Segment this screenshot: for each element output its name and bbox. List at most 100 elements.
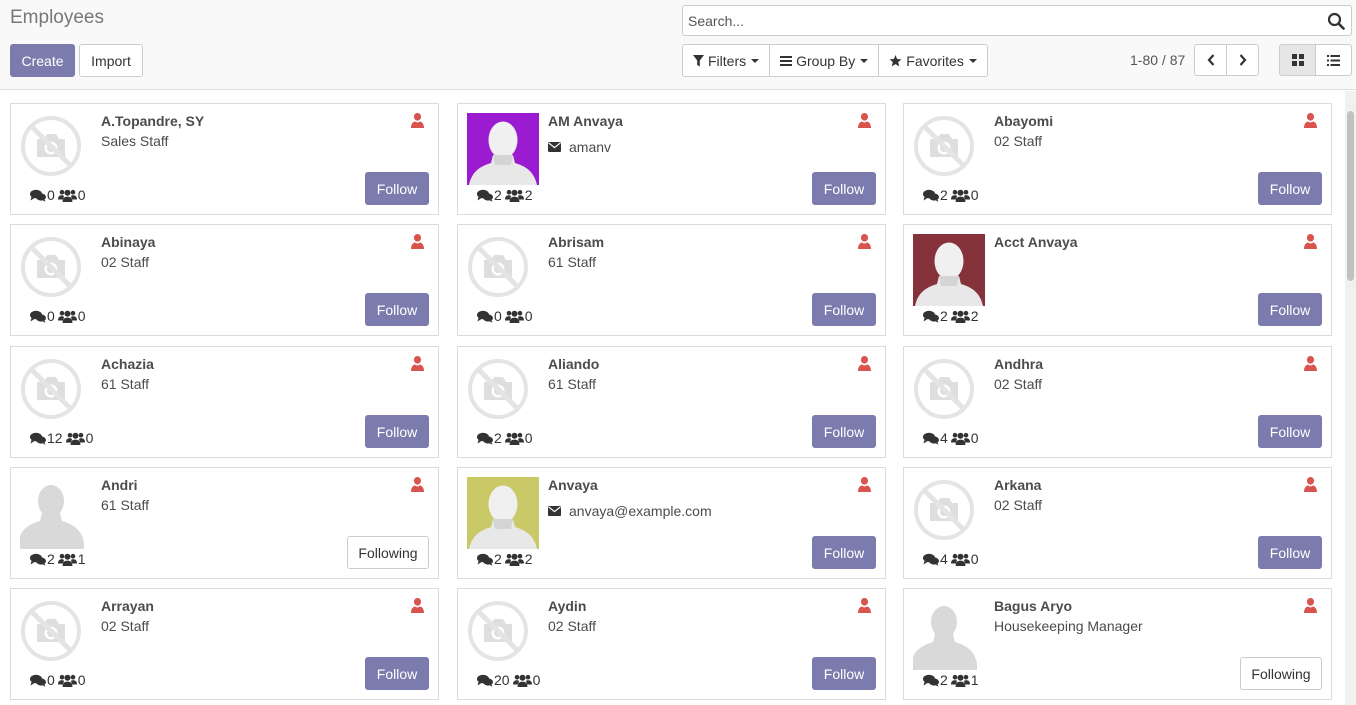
employee-photo[interactable] bbox=[467, 234, 539, 306]
employee-card[interactable]: AM Anvaya amanv Follow 2 2 bbox=[457, 103, 886, 215]
employee-card[interactable]: Achazia 61 Staff Follow 12 0 bbox=[10, 346, 439, 458]
employee-stats: 21 bbox=[30, 551, 86, 567]
employee-card[interactable]: A.Topandre, SY Sales Staff Follow 0 0 bbox=[10, 103, 439, 215]
follow-button[interactable]: Follow bbox=[812, 415, 876, 448]
employee-name[interactable]: Aliando bbox=[548, 356, 599, 372]
presence-user-icon bbox=[858, 234, 871, 249]
presence-user-icon bbox=[858, 113, 871, 128]
employee-card[interactable]: Andri 61 Staff Following 2 1 bbox=[10, 467, 439, 579]
employee-card[interactable]: Aydin 02 Staff Follow 20 0 bbox=[457, 588, 886, 700]
employee-card[interactable]: Abayomi 02 Staff Follow 2 0 bbox=[903, 103, 1332, 215]
employee-photo[interactable] bbox=[20, 234, 92, 306]
filters-label: Filters bbox=[708, 52, 747, 69]
employee-photo[interactable] bbox=[467, 356, 539, 428]
pager-previous-button[interactable] bbox=[1194, 44, 1227, 76]
employee-name[interactable]: Abinaya bbox=[101, 234, 155, 250]
message-count: 2 bbox=[494, 551, 502, 567]
employee-photo[interactable] bbox=[20, 598, 92, 670]
kanban-view-button[interactable] bbox=[1279, 44, 1316, 76]
scrollbar-thumb[interactable] bbox=[1347, 111, 1354, 281]
message-count: 2 bbox=[940, 308, 948, 324]
users-icon bbox=[504, 553, 525, 566]
follow-button[interactable]: Follow bbox=[812, 293, 876, 326]
caret-down-icon bbox=[751, 58, 760, 63]
employee-name[interactable]: Arrayan bbox=[101, 598, 154, 614]
list-bars-icon bbox=[780, 55, 793, 66]
employee-card[interactable]: Abinaya 02 Staff Follow 0 0 bbox=[10, 224, 439, 336]
import-button[interactable]: Import bbox=[79, 44, 143, 77]
employee-photo[interactable] bbox=[20, 477, 92, 549]
favorites-dropdown[interactable]: Favorites bbox=[878, 44, 988, 77]
employee-photo[interactable] bbox=[913, 356, 985, 428]
employee-photo[interactable] bbox=[913, 113, 985, 185]
follow-button[interactable]: Follow bbox=[365, 415, 429, 448]
employee-card[interactable]: Bagus Aryo Housekeeping Manager Following 2… bbox=[903, 588, 1332, 700]
employee-photo[interactable] bbox=[467, 113, 539, 185]
search-icon[interactable] bbox=[1327, 12, 1345, 30]
employee-photo[interactable] bbox=[20, 113, 92, 185]
group-by-label: Group By bbox=[796, 52, 856, 69]
follow-button[interactable]: Follow bbox=[812, 536, 876, 569]
employee-name[interactable]: Aydin bbox=[548, 598, 586, 614]
employee-photo[interactable] bbox=[913, 234, 985, 306]
follow-button[interactable]: Follow bbox=[365, 172, 429, 205]
filters-dropdown[interactable]: Filters bbox=[682, 44, 771, 77]
employee-name[interactable]: Andhra bbox=[994, 356, 1043, 372]
employee-name[interactable]: Andri bbox=[101, 477, 138, 493]
comments-icon bbox=[477, 189, 494, 202]
comments-icon bbox=[477, 310, 494, 323]
following-button[interactable]: Following bbox=[1240, 657, 1322, 690]
employee-card[interactable]: Andhra 02 Staff Follow 4 0 bbox=[903, 346, 1332, 458]
follow-button[interactable]: Follow bbox=[1258, 172, 1322, 205]
employee-stats: 40 bbox=[923, 551, 979, 567]
follow-button[interactable]: Follow bbox=[1258, 293, 1322, 326]
employee-stats: 00 bbox=[30, 308, 86, 324]
employee-card[interactable]: Aliando 61 Staff Follow 2 0 bbox=[457, 346, 886, 458]
employee-photo[interactable] bbox=[20, 356, 92, 428]
employee-card[interactable]: Anvaya anvaya@example.com Follow 2 2 bbox=[457, 467, 886, 579]
vertical-scrollbar[interactable] bbox=[1345, 91, 1356, 705]
message-count: 2 bbox=[940, 187, 948, 203]
group-by-dropdown[interactable]: Group By bbox=[769, 44, 880, 77]
employee-email-text: anvaya@example.com bbox=[569, 503, 712, 519]
follow-button[interactable]: Follow bbox=[1258, 536, 1322, 569]
employee-photo[interactable] bbox=[913, 598, 985, 670]
follower-count: 2 bbox=[524, 187, 533, 203]
employee-photo[interactable] bbox=[467, 598, 539, 670]
employee-name[interactable]: Bagus Aryo bbox=[994, 598, 1072, 614]
employee-photo[interactable] bbox=[467, 477, 539, 549]
employee-card[interactable]: Arkana 02 Staff Follow 4 0 bbox=[903, 467, 1332, 579]
follow-button[interactable]: Follow bbox=[365, 293, 429, 326]
pager-value[interactable]: 1-80 / 87 bbox=[1130, 52, 1185, 68]
employee-name[interactable]: Abrisam bbox=[548, 234, 604, 250]
follower-count: 0 bbox=[77, 672, 86, 688]
users-icon bbox=[950, 189, 971, 202]
employee-job-title: 02 Staff bbox=[101, 254, 150, 270]
page-title: Employees bbox=[10, 7, 104, 28]
employee-stats: 21 bbox=[923, 672, 979, 688]
search-input[interactable] bbox=[688, 11, 1318, 31]
employee-photo[interactable] bbox=[913, 477, 985, 549]
employee-name[interactable]: A.Topandre, SY bbox=[101, 113, 204, 129]
create-button[interactable]: Create bbox=[10, 44, 75, 77]
employee-card[interactable]: Arrayan 02 Staff Follow 0 0 bbox=[10, 588, 439, 700]
presence-user-icon bbox=[411, 477, 424, 492]
employee-name[interactable]: Achazia bbox=[101, 356, 154, 372]
comments-icon bbox=[30, 189, 47, 202]
comments-icon bbox=[923, 432, 940, 445]
employee-name[interactable]: Acct Anvaya bbox=[994, 234, 1078, 250]
employee-name[interactable]: Arkana bbox=[994, 477, 1041, 493]
employee-card[interactable]: Abrisam 61 Staff Follow 0 0 bbox=[457, 224, 886, 336]
employee-name[interactable]: Abayomi bbox=[994, 113, 1053, 129]
follow-button[interactable]: Follow bbox=[1258, 415, 1322, 448]
follow-button[interactable]: Follow bbox=[812, 172, 876, 205]
employee-name[interactable]: AM Anvaya bbox=[548, 113, 623, 129]
employee-card[interactable]: Acct Anvaya Follow 2 2 bbox=[903, 224, 1332, 336]
following-button[interactable]: Following bbox=[347, 536, 429, 569]
follow-button[interactable]: Follow bbox=[365, 657, 429, 690]
list-view-button[interactable] bbox=[1315, 44, 1352, 76]
employee-name[interactable]: Anvaya bbox=[548, 477, 598, 493]
employee-job-title: 02 Staff bbox=[994, 376, 1043, 392]
follow-button[interactable]: Follow bbox=[812, 657, 876, 690]
pager-next-button[interactable] bbox=[1226, 44, 1259, 76]
